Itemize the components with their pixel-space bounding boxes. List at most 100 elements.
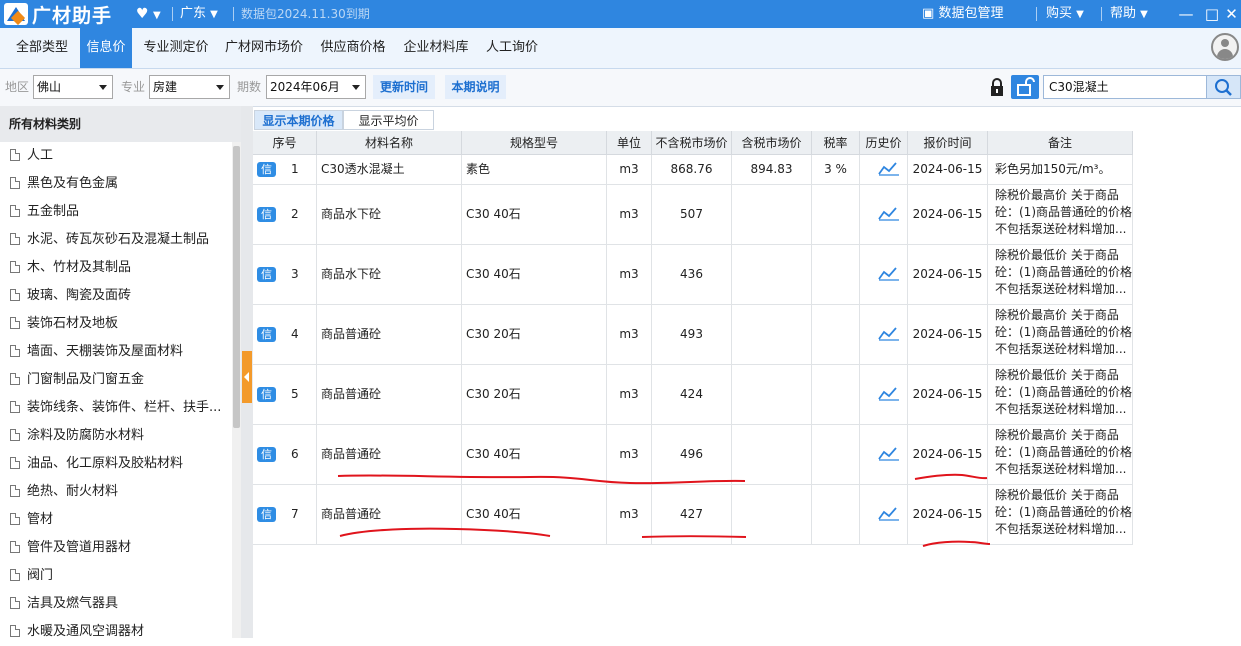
header-col-index[interactable]: 序号 (253, 131, 317, 155)
sidebar-item[interactable]: 洁具及燃气器具 (0, 590, 230, 618)
trend-chart-icon[interactable] (878, 505, 900, 521)
region-dropdown[interactable]: ♥ ▼ (136, 0, 161, 28)
sidebar-item[interactable]: 门窗制品及门窗五金 (0, 366, 230, 394)
col-tax-rate (812, 425, 860, 485)
info-badge[interactable]: 信 (257, 162, 276, 177)
buy-menu[interactable]: 购买 ▼ (1046, 0, 1084, 28)
tab-market-price[interactable]: 广材网市场价 (218, 28, 310, 68)
lock-icon[interactable] (989, 77, 1005, 97)
search-input[interactable]: C30混凝土 (1043, 75, 1207, 99)
tab-enterprise-library[interactable]: 企业材料库 (396, 28, 476, 68)
sidebar-item[interactable]: 水暖及通风空调器材 (0, 618, 230, 646)
trend-chart-icon[interactable] (878, 445, 900, 461)
sidebar-item[interactable]: 木、竹材及其制品 (0, 254, 230, 282)
sidebar-item[interactable]: 装饰线条、装饰件、栏杆、扶手... (0, 394, 230, 422)
col-tax-rate (812, 365, 860, 425)
sidebar-item[interactable]: 管材 (0, 506, 230, 534)
close-icon[interactable]: ✕ (1222, 0, 1241, 28)
col-history[interactable] (860, 155, 908, 185)
sidebar-item[interactable]: 墙面、天棚装饰及屋面材料 (0, 338, 230, 366)
header-col-spec[interactable]: 规格型号 (462, 131, 607, 155)
sidebar-item[interactable]: 油品、化工原料及胶粘材料 (0, 450, 230, 478)
col-history[interactable] (860, 485, 908, 545)
col-history[interactable] (860, 185, 908, 245)
annotation-underline (339, 527, 551, 537)
info-badge[interactable]: 信 (257, 207, 276, 222)
sidebar-item-label: 阀门 (27, 568, 54, 583)
header-col-tax-rate[interactable]: 税率 (812, 131, 860, 155)
col-history[interactable] (860, 305, 908, 365)
divider (1101, 7, 1102, 21)
col-index: 信5 (253, 365, 317, 425)
info-badge[interactable]: 信 (257, 327, 276, 342)
update-time-button[interactable]: 更新时间 (373, 75, 435, 99)
header-col-remark[interactable]: 备注 (988, 131, 1133, 155)
sidebar-item[interactable]: 管件及管道用器材 (0, 534, 230, 562)
scrollbar-thumb[interactable] (233, 146, 240, 428)
sidebar-item[interactable]: 阀门 (0, 562, 230, 590)
tab-all-types[interactable]: 全部类型 (6, 28, 78, 68)
col-price-in-tax (732, 365, 812, 425)
sidebar-item-label: 管件及管道用器材 (27, 540, 132, 555)
document-icon (10, 205, 20, 217)
table-row[interactable]: 信 2 商品水下砼 C30 40石 m3 507 2024-06-15 除税价最高价 关于商品… (253, 185, 1133, 245)
col-spec: C30 20石 (462, 365, 607, 425)
header-col-price-in-tax[interactable]: 含税市场价 (732, 131, 812, 155)
sidebar-item[interactable]: 人工 (0, 142, 230, 170)
sidebar-item[interactable]: 五金制品 (0, 198, 230, 226)
collapse-sidebar-handle[interactable] (242, 351, 252, 403)
table-row[interactable]: 信 5 商品普通砼 C30 20石 m3 424 2024-06-15 除税价最低价 关于商品… (253, 365, 1133, 425)
header-col-history[interactable]: 历史价 (860, 131, 908, 155)
info-badge[interactable]: 信 (257, 387, 276, 402)
sidebar-item[interactable]: 绝热、耐火材料 (0, 478, 230, 506)
trend-chart-icon[interactable] (878, 160, 900, 176)
tab-show-current-price[interactable]: 显示本期价格 (254, 110, 343, 130)
table-row[interactable]: 信 4 商品普通砼 C30 20石 m3 493 2024-06-15 除税价最高价 关于商品… (253, 305, 1133, 365)
period-value: 2024年06月 (270, 80, 340, 94)
chevron-down-icon (99, 85, 107, 90)
avatar[interactable] (1211, 33, 1239, 61)
trend-chart-icon[interactable] (878, 265, 900, 281)
tab-supplier-price[interactable]: 供应商价格 (313, 28, 393, 68)
minimize-icon[interactable]: — (1173, 0, 1199, 28)
col-history[interactable] (860, 425, 908, 485)
tab-info-price[interactable]: 信息价 (80, 28, 132, 68)
col-unit: m3 (607, 365, 652, 425)
header-col-quote-date[interactable]: 报价时间 (908, 131, 988, 155)
trend-chart-icon[interactable] (878, 325, 900, 341)
sidebar-scrollbar[interactable] (232, 142, 241, 638)
help-menu[interactable]: 帮助 ▼ (1110, 0, 1148, 28)
sidebar-item[interactable]: 水泥、砖瓦灰砂石及混凝土制品 (0, 226, 230, 254)
major-select[interactable]: 房建 (149, 75, 230, 99)
info-badge[interactable]: 信 (257, 447, 276, 462)
col-price-ex-tax: 507 (652, 185, 732, 245)
header-col-price-ex-tax[interactable]: 不含税市场价 (652, 131, 732, 155)
area-label: 地区 (5, 80, 30, 94)
tab-professional-price[interactable]: 专业测定价 (136, 28, 216, 68)
table-row[interactable]: 信 1 C30透水混凝土 素色 m3 868.76 894.83 3 % 2024-06-15 彩… (253, 155, 1133, 185)
sidebar-item[interactable]: 玻璃、陶瓷及面砖 (0, 282, 230, 310)
search-button[interactable] (1206, 75, 1241, 99)
header-col-unit[interactable]: 单位 (607, 131, 652, 155)
area-select[interactable]: 佛山 (33, 75, 113, 99)
tab-manual-inquiry[interactable]: 人工询价 (479, 28, 545, 68)
region-selector[interactable]: 广东 ▼ (180, 0, 218, 28)
data-package-manage-button[interactable]: ▣ 数据包管理 (922, 0, 1003, 28)
unlock-button[interactable] (1011, 75, 1039, 99)
sidebar-item[interactable]: 涂料及防腐防水材料 (0, 422, 230, 450)
trend-chart-icon[interactable] (878, 205, 900, 221)
info-badge[interactable]: 信 (257, 267, 276, 282)
col-index: 信7 (253, 485, 317, 545)
period-select[interactable]: 2024年06月 (266, 75, 366, 99)
sidebar-item[interactable]: 装饰石材及地板 (0, 310, 230, 338)
trend-chart-icon[interactable] (878, 385, 900, 401)
col-history[interactable] (860, 365, 908, 425)
row-index: 5 (291, 387, 299, 401)
info-badge[interactable]: 信 (257, 507, 276, 522)
header-col-material-name[interactable]: 材料名称 (317, 131, 462, 155)
sidebar-item[interactable]: 黑色及有色金属 (0, 170, 230, 198)
col-history[interactable] (860, 245, 908, 305)
tab-show-average-price[interactable]: 显示平均价 (343, 110, 434, 130)
period-explain-button[interactable]: 本期说明 (445, 75, 506, 99)
table-row[interactable]: 信 3 商品水下砼 C30 40石 m3 436 2024-06-15 除税价最低价 关于商品… (253, 245, 1133, 305)
